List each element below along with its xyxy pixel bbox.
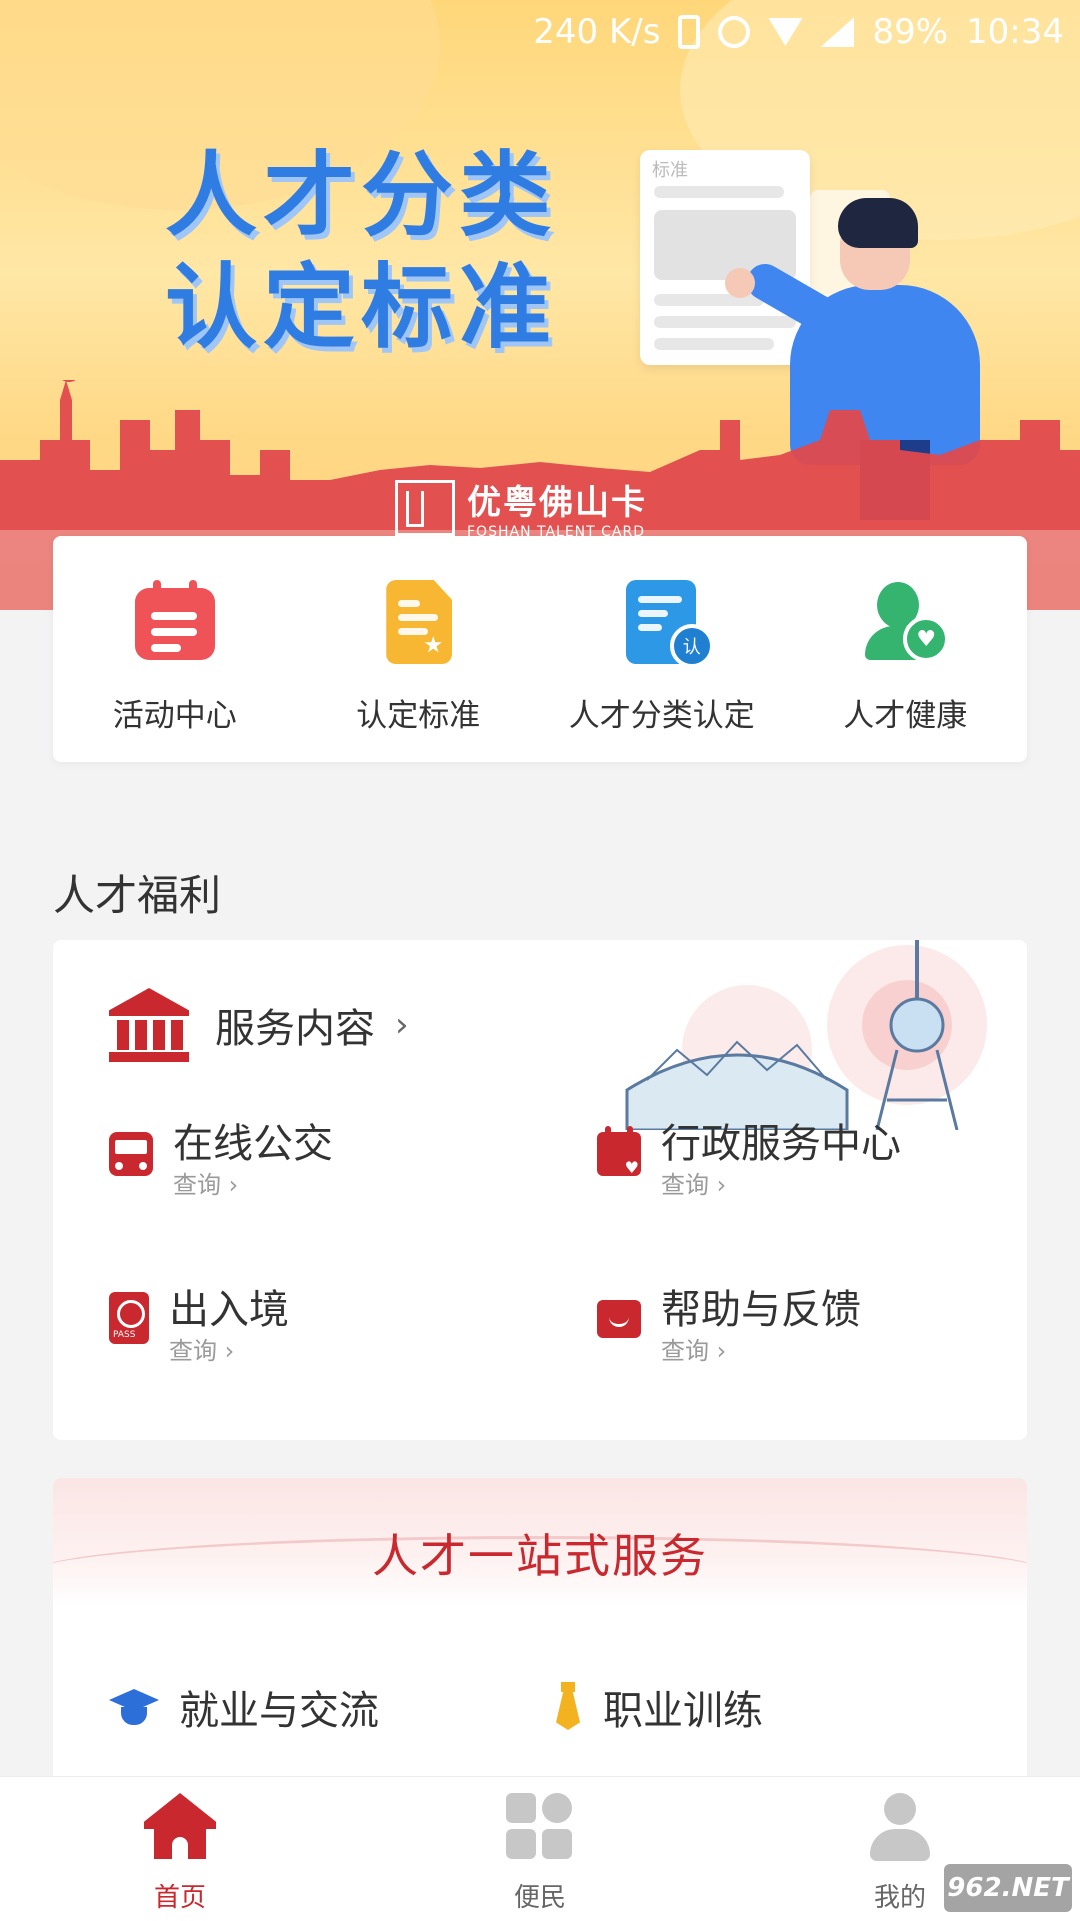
service-admin-center[interactable]: 行政服务中心 查询 › — [597, 1120, 901, 1202]
hero-title-line1: 人才分类 — [165, 142, 558, 249]
hero-document-illustration: 标准 — [640, 150, 810, 365]
nav-home[interactable]: 首页 — [0, 1777, 360, 1921]
service-content-link[interactable]: 服务内容 › — [109, 988, 409, 1062]
one-stop-item-label: 就业与交流 — [179, 1688, 379, 1734]
chevron-right-icon: › — [395, 1005, 409, 1045]
status-bar: 240 K/s 89% 10:34 — [0, 0, 1080, 64]
employment-exchange-link[interactable]: 就业与交流 — [109, 1678, 379, 1736]
welfare-card: 服务内容 › 在线公交 查询 › 行政服务中心 查询 › 出入境 查询 › — [53, 940, 1027, 1440]
bus-icon — [109, 1132, 153, 1176]
calendar-list-icon — [133, 578, 217, 662]
quick-action-label: 认定标准 — [356, 698, 481, 734]
service-online-bus[interactable]: 在线公交 查询 › — [109, 1120, 333, 1202]
section-title-welfare: 人才福利 — [53, 871, 222, 920]
one-stop-item-label: 职业训练 — [603, 1688, 763, 1734]
clock: 10:34 — [966, 12, 1064, 52]
document-certify-icon: 认 — [620, 578, 714, 668]
nav-label: 首页 — [153, 1883, 206, 1913]
site-watermark: 962.NET — [944, 1864, 1072, 1912]
landmark-illustration — [625, 940, 987, 1130]
service-query-link[interactable]: 查询 › — [661, 1168, 901, 1202]
logo-text-cn: 优粤佛山卡 — [467, 483, 647, 523]
service-query-link[interactable]: 查询 › — [169, 1334, 289, 1368]
passport-icon — [109, 1292, 149, 1344]
alarm-icon — [718, 16, 751, 48]
quick-action-activity-center[interactable]: 活动中心 — [53, 536, 297, 762]
one-stop-service-card: 人才一站式服务 就业与交流 职业训练 — [53, 1478, 1027, 1798]
calendar-heart-icon — [597, 1126, 641, 1176]
doc-line — [654, 338, 774, 350]
graduation-cap-icon — [109, 1685, 159, 1729]
service-query-link[interactable]: 查询 › — [661, 1334, 861, 1368]
seal-icon — [395, 479, 455, 536]
document-star-icon — [376, 578, 460, 664]
network-speed: 240 K/s — [533, 12, 661, 52]
nav-label: 我的 — [873, 1883, 926, 1913]
bottom-navigation: 首页 便民 我的 — [0, 1776, 1080, 1921]
quick-actions-card: 活动中心 认定标准 认 人才分类认定 ♥ 人才健康 — [53, 536, 1027, 762]
service-content-label: 服务内容 — [215, 1006, 375, 1052]
hero-title: 人才分类 认定标准 — [165, 140, 557, 364]
signal-icon — [820, 17, 855, 47]
quick-action-standards[interactable]: 认定标准 — [297, 536, 541, 762]
tie-icon — [553, 1682, 583, 1732]
service-exit-entry[interactable]: 出入境 查询 › — [109, 1286, 289, 1368]
doc-line — [654, 186, 784, 198]
wifi-icon — [768, 18, 803, 46]
message-icon — [597, 1300, 641, 1338]
user-icon — [864, 1791, 936, 1863]
foshan-talent-card-logo: 优粤佛山卡 FOSHAN TALENT CARD — [395, 475, 647, 540]
one-stop-title: 人才一站式服务 — [372, 1529, 708, 1583]
vocational-training-link[interactable]: 职业训练 — [553, 1678, 763, 1736]
home-icon — [144, 1791, 216, 1863]
doc-line — [654, 316, 796, 328]
hero-title-line2: 认定标准 — [165, 254, 558, 361]
battery-level: 89% — [872, 12, 949, 52]
quick-action-talent-health[interactable]: ♥ 人才健康 — [784, 536, 1028, 762]
person-heart-icon: ♥ — [863, 578, 950, 662]
quick-action-label: 人才分类认定 — [568, 698, 755, 734]
quick-action-label: 人才健康 — [843, 698, 968, 734]
nav-label: 便民 — [513, 1883, 566, 1913]
service-name: 在线公交 — [173, 1121, 333, 1167]
service-name: 帮助与反馈 — [661, 1287, 861, 1333]
service-help-feedback[interactable]: 帮助与反馈 查询 › — [597, 1286, 861, 1368]
service-name: 行政服务中心 — [661, 1121, 901, 1167]
grid-apps-icon — [504, 1791, 576, 1863]
doc-title: 标准 — [652, 160, 688, 181]
person-hand — [725, 268, 755, 298]
quick-action-talent-classification[interactable]: 认 人才分类认定 — [540, 536, 784, 762]
service-query-link[interactable]: 查询 › — [173, 1168, 333, 1202]
nav-convenience[interactable]: 便民 — [360, 1777, 720, 1921]
quick-action-label: 活动中心 — [112, 698, 237, 734]
person-hair — [838, 198, 918, 248]
service-name: 出入境 — [169, 1287, 289, 1333]
vibrate-icon — [678, 15, 701, 49]
hero-banner[interactable]: 240 K/s 89% 10:34 人才分类 认定标准 标准 优粤佛山卡 FOS… — [0, 0, 1080, 610]
government-building-icon — [109, 988, 189, 1062]
